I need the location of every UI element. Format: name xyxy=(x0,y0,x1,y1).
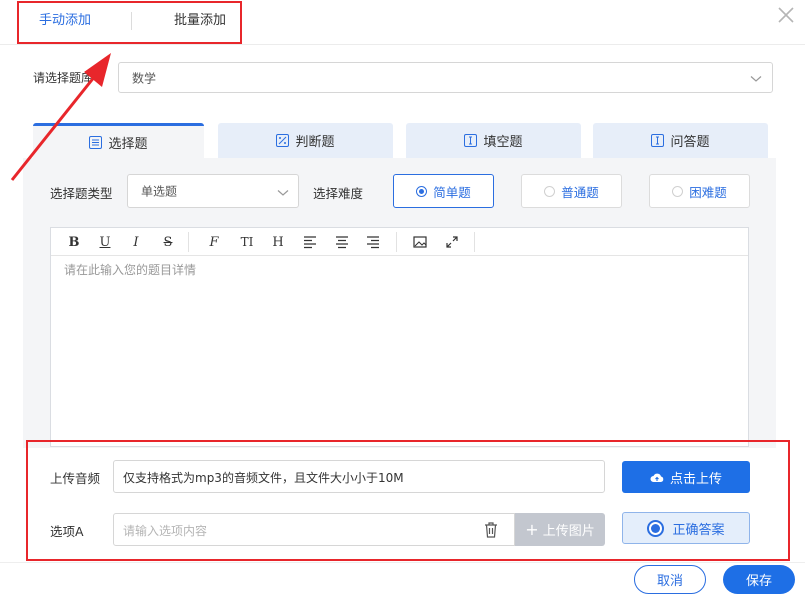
annotation-arrow-icon xyxy=(10,53,111,181)
